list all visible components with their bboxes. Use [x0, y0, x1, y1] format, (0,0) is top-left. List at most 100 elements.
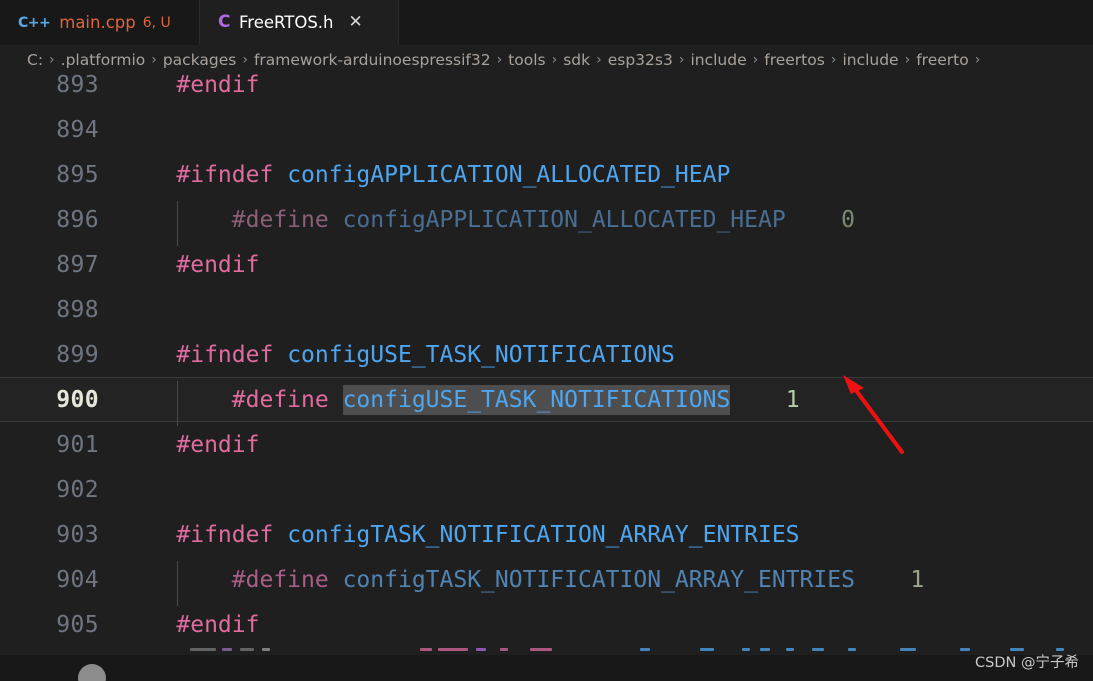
code-line[interactable]: 895 #ifndef configAPPLICATION_ALLOCATED_…	[0, 152, 1093, 197]
code-line[interactable]: 899 #ifndef configUSE_TASK_NOTIFICATIONS	[0, 332, 1093, 377]
code-text: #define configUSE_TASK_NOTIFICATIONS 1	[121, 380, 1093, 426]
minimap-tick	[530, 648, 552, 651]
line-number: 905	[56, 611, 99, 638]
vscode-window: C++ main.cpp 6, U C FreeRTOS.h ✕ C: › .pla…	[0, 0, 1093, 681]
code-text: #ifndef configTASK_NOTIFICATION_ARRAY_EN…	[121, 522, 1093, 548]
breadcrumb-separator: ›	[830, 51, 837, 68]
minimap-tick	[420, 648, 432, 651]
breadcrumb-item-2[interactable]: packages	[163, 51, 237, 69]
line-number: 904	[56, 566, 99, 593]
minimap-tick	[760, 648, 770, 651]
minimap-tick	[742, 648, 750, 651]
token-pp: #endif	[176, 251, 260, 278]
breadcrumb-item-8[interactable]: freertos	[764, 51, 825, 69]
code-lines: 893 #endif 894 895 #ifndef configAPPLICATI…	[0, 74, 1093, 655]
breadcrumb-separator: ›	[151, 51, 157, 68]
line-number: 895	[56, 161, 99, 188]
token-pp: #endif	[176, 431, 260, 458]
code-line[interactable]: 893 #endif	[0, 74, 1093, 107]
breadcrumb-separator: ›	[242, 51, 248, 68]
breadcrumb-separator: ›	[496, 51, 503, 68]
minimap-tick	[190, 648, 216, 651]
code-line[interactable]: 902	[0, 467, 1093, 512]
breadcrumb-item-3[interactable]: framework-arduinoespressif32	[254, 51, 491, 69]
breadcrumb-item-4[interactable]: tools	[508, 51, 545, 69]
token-id: configAPPLICATION_ALLOCATED_HEAP	[342, 206, 786, 233]
code-line[interactable]: 901 #endif	[0, 422, 1093, 467]
code-line[interactable]: 904 #define configTASK_NOTIFICATION_ARRA…	[0, 557, 1093, 606]
breadcrumb-item-9[interactable]: include	[842, 51, 898, 69]
indent-guide	[177, 380, 178, 426]
indent-guide	[177, 560, 178, 606]
tab-main-cpp[interactable]: C++ main.cpp 6, U	[0, 0, 200, 45]
code-text: #endif	[121, 252, 1093, 278]
breadcrumb-item-6[interactable]: esp32s3	[608, 51, 673, 69]
line-number: 896	[56, 206, 99, 233]
code-line[interactable]: 903 #ifndef configTASK_NOTIFICATION_ARRA…	[0, 512, 1093, 557]
token-pp: #endif	[176, 74, 260, 98]
minimap-tick	[960, 648, 970, 651]
breadcrumb-item-0[interactable]: C:	[27, 51, 43, 69]
code-line[interactable]: 898	[0, 287, 1093, 332]
breadcrumb-item-10[interactable]: freerto	[916, 51, 969, 69]
breadcrumb-item-7[interactable]: include	[690, 51, 746, 69]
token-id: configTASK_NOTIFICATION_ARRAY_ENTRIES	[342, 566, 855, 593]
breadcrumb-separator: ›	[974, 51, 981, 68]
line-number: 898	[56, 296, 99, 323]
code-line[interactable]: 905 #endif	[0, 602, 1093, 647]
line-number: 903	[56, 521, 99, 548]
token-num: 1	[785, 386, 800, 413]
minimap-tick	[500, 648, 508, 651]
code-line[interactable]: 894	[0, 107, 1093, 152]
code-line[interactable]: 900 #define configUSE_TASK_NOTIFICATIONS…	[0, 377, 1093, 426]
breadcrumb-separator: ›	[678, 51, 685, 68]
code-line[interactable]: 897 #endif	[0, 242, 1093, 287]
indent-guide	[177, 200, 178, 246]
token-id: configUSE_TASK_NOTIFICATIONS	[287, 341, 675, 368]
line-number: 900	[56, 386, 99, 413]
minimap-tick	[900, 648, 916, 651]
cpp-file-icon: C++	[18, 14, 51, 31]
breadcrumb-separator: ›	[551, 51, 558, 68]
editor-tab-bar: C++ main.cpp 6, U C FreeRTOS.h ✕	[0, 0, 1093, 46]
token-pp: #endif	[176, 611, 260, 638]
code-editor[interactable]: 893 #endif 894 895 #ifndef configAPPLICATI…	[0, 74, 1093, 655]
line-number: 901	[56, 431, 99, 458]
line-number: 902	[56, 476, 99, 503]
code-text: #endif	[121, 432, 1093, 458]
minimap-tick	[640, 648, 650, 651]
code-text: #ifndef configAPPLICATION_ALLOCATED_HEAP	[121, 162, 1093, 188]
selected-token: configUSE_TASK_NOTIFICATIONS	[342, 384, 731, 415]
close-icon[interactable]: ✕	[349, 14, 363, 31]
token-pp: #define	[231, 206, 329, 233]
minimap-tick	[848, 648, 856, 651]
token-num: 1	[910, 566, 925, 593]
breadcrumb-item-5[interactable]: sdk	[563, 51, 590, 69]
token-pp: #define	[231, 566, 329, 593]
code-text: #define configAPPLICATION_ALLOCATED_HEAP…	[121, 200, 1093, 246]
minimap-tick	[476, 648, 486, 651]
c-file-icon: C	[218, 12, 230, 32]
tab-status-badge: 6, U	[142, 14, 171, 31]
minimap-tick	[700, 648, 714, 651]
breadcrumb-item-1[interactable]: .platformio	[61, 51, 146, 69]
code-line[interactable]: 896 #define configAPPLICATION_ALLOCATED_…	[0, 197, 1093, 246]
tab-freertos-h[interactable]: C FreeRTOS.h ✕	[200, 0, 399, 45]
line-number: 893	[56, 74, 99, 98]
code-text: #endif	[121, 612, 1093, 638]
minimap-tick	[222, 648, 232, 651]
